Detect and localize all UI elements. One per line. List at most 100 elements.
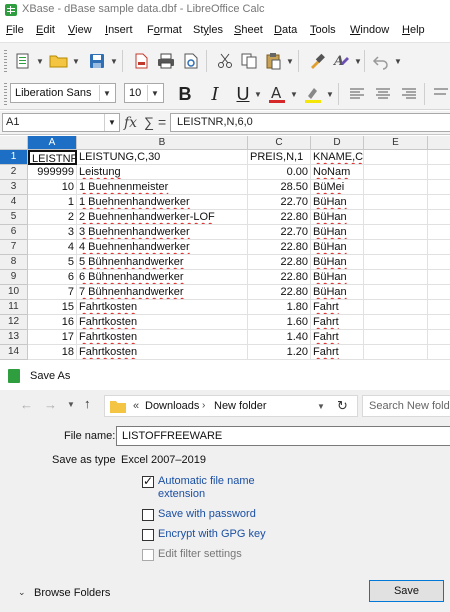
cell-b[interactable]: 5 Bühnenhandwerker <box>77 255 248 270</box>
cell-b[interactable]: Fahrtkosten <box>77 300 248 315</box>
encrypt-gpg-checkbox[interactable] <box>142 529 154 541</box>
menu-sheet[interactable]: Sheet <box>234 24 263 36</box>
cell-f[interactable] <box>428 180 450 195</box>
cell-c[interactable]: 22.80 <box>248 240 311 255</box>
cell-c[interactable]: 22.70 <box>248 225 311 240</box>
spreadsheet-grid[interactable]: A B C D E 1 LEISTNR LEISTUNG,C,30 PREIS,N,1… <box>0 136 450 362</box>
up-arrow-icon[interactable]: ↑ <box>84 396 91 411</box>
menu-file[interactable]: File <box>6 24 24 36</box>
select-all-corner[interactable] <box>0 136 28 150</box>
cell-f[interactable] <box>428 315 450 330</box>
cell-e[interactable] <box>364 270 428 285</box>
italic-icon[interactable]: I <box>204 83 226 105</box>
search-box[interactable]: Search New folde <box>362 395 450 417</box>
cell-c[interactable]: 22.80 <box>248 270 311 285</box>
cell-d[interactable]: BüHan <box>311 255 364 270</box>
wrap-text-icon[interactable] <box>430 83 450 105</box>
cell-a[interactable]: 15 <box>28 300 77 315</box>
highlight-dropdown-icon[interactable]: ▼ <box>326 90 334 99</box>
save-type-select[interactable]: Excel 2007–2019 <box>116 450 450 470</box>
cut-icon[interactable] <box>214 50 236 72</box>
cell-c[interactable]: 22.80 <box>248 210 311 225</box>
file-name-input[interactable]: LISTOFFREEWARE <box>116 426 450 446</box>
print-preview-icon[interactable] <box>180 50 202 72</box>
cell-f[interactable] <box>428 195 450 210</box>
bold-icon[interactable]: B <box>174 83 196 105</box>
cell-e[interactable] <box>364 225 428 240</box>
cell-b[interactable]: 3 Buehnenhandwerker <box>77 225 248 240</box>
cell-e[interactable] <box>364 180 428 195</box>
toolbar-grip-icon[interactable] <box>4 50 7 72</box>
row-header[interactable]: 7 <box>0 240 28 255</box>
chevron-down-icon[interactable]: ▼ <box>317 402 325 411</box>
cell-c[interactable]: 22.70 <box>248 195 311 210</box>
cell-c[interactable]: 22.80 <box>248 285 311 300</box>
breadcrumb-new-folder[interactable]: New folder <box>214 400 267 412</box>
row-header[interactable]: 10 <box>0 285 28 300</box>
cell-d[interactable]: BüHan <box>311 210 364 225</box>
cell-e[interactable] <box>364 285 428 300</box>
auto-extension-checkbox[interactable] <box>142 474 154 488</box>
cell-c[interactable]: 1.80 <box>248 300 311 315</box>
new-dropdown-icon[interactable]: ▼ <box>36 57 44 66</box>
cell-b[interactable]: 1 Buehnenhandwerker <box>77 195 248 210</box>
row-header[interactable]: 3 <box>0 180 28 195</box>
formula-input[interactable]: LEISTNR,N,6,0 <box>170 113 450 132</box>
row-header[interactable]: 13 <box>0 330 28 345</box>
cell-f[interactable] <box>428 330 450 345</box>
cell-a[interactable]: 18 <box>28 345 77 360</box>
menu-tools[interactable]: Tools <box>310 24 336 36</box>
menu-edit[interactable]: Edit <box>36 24 55 36</box>
cell-b[interactable]: LEISTUNG,C,30 <box>77 150 248 165</box>
cell-e[interactable] <box>364 330 428 345</box>
encrypt-gpg-label[interactable]: Encrypt with GPG key <box>158 528 266 540</box>
cell-e[interactable] <box>364 150 428 165</box>
cell-f[interactable] <box>428 300 450 315</box>
font-name-box[interactable]: Liberation Sans ▼ <box>10 83 116 103</box>
cell-e[interactable] <box>364 255 428 270</box>
refresh-icon[interactable]: ↻ <box>337 398 348 414</box>
cell-d[interactable]: Fahrt <box>311 300 364 315</box>
cell-b[interactable]: 2 Buehnenhandwerker-LOF <box>77 210 248 225</box>
column-header-a[interactable]: A <box>28 136 77 150</box>
cell-a[interactable]: 999999 <box>28 165 77 180</box>
column-header-b[interactable]: B <box>77 136 248 150</box>
auto-extension-label[interactable]: Automatic file name extension <box>158 475 278 501</box>
font-color-icon[interactable]: A <box>266 83 288 105</box>
column-header-d[interactable]: D <box>311 136 364 150</box>
save-button[interactable]: Save <box>369 580 444 602</box>
menu-format[interactable]: Format <box>147 24 182 36</box>
clear-formatting-icon[interactable]: A <box>330 50 352 72</box>
paste-icon[interactable] <box>262 50 284 72</box>
cell-e[interactable] <box>364 195 428 210</box>
cell-d[interactable]: NoNam <box>311 165 364 180</box>
cell-f[interactable] <box>428 345 450 360</box>
cell-d[interactable]: BüHan <box>311 225 364 240</box>
column-header-e[interactable]: E <box>364 136 428 150</box>
open-dropdown-icon[interactable]: ▼ <box>72 57 80 66</box>
menu-data[interactable]: Data <box>274 24 297 36</box>
cell-c[interactable]: PREIS,N,1 <box>248 150 311 165</box>
highlight-color-icon[interactable] <box>302 83 324 105</box>
chevron-down-icon[interactable]: ▼ <box>99 85 114 101</box>
cell-a[interactable]: 1 <box>28 195 77 210</box>
cell-f[interactable] <box>428 165 450 180</box>
row-header[interactable]: 8 <box>0 255 28 270</box>
font-color-dropdown-icon[interactable]: ▼ <box>290 90 298 99</box>
save-with-password-checkbox[interactable] <box>142 509 154 521</box>
cell-d[interactable]: BüHan <box>311 195 364 210</box>
cell-c[interactable]: 28.50 <box>248 180 311 195</box>
cell-b[interactable]: 6 Bühnenhandwerker <box>77 270 248 285</box>
address-bar[interactable]: « Downloads › New folder ▼ ↻ <box>104 395 358 417</box>
cell-c[interactable]: 1.60 <box>248 315 311 330</box>
breadcrumb-downloads[interactable]: Downloads <box>145 400 199 412</box>
undo-icon[interactable] <box>370 50 392 72</box>
cell-b[interactable]: 7 Bühnenhandwerker <box>77 285 248 300</box>
cell-b[interactable]: Leistung <box>77 165 248 180</box>
cell-d[interactable]: BüMei <box>311 180 364 195</box>
cell-a[interactable]: LEISTNR <box>28 150 77 165</box>
formula-equals-icon[interactable]: = <box>158 114 166 130</box>
row-header[interactable]: 12 <box>0 315 28 330</box>
new-document-icon[interactable] <box>12 50 34 72</box>
back-arrow-icon[interactable]: ← <box>20 397 33 412</box>
